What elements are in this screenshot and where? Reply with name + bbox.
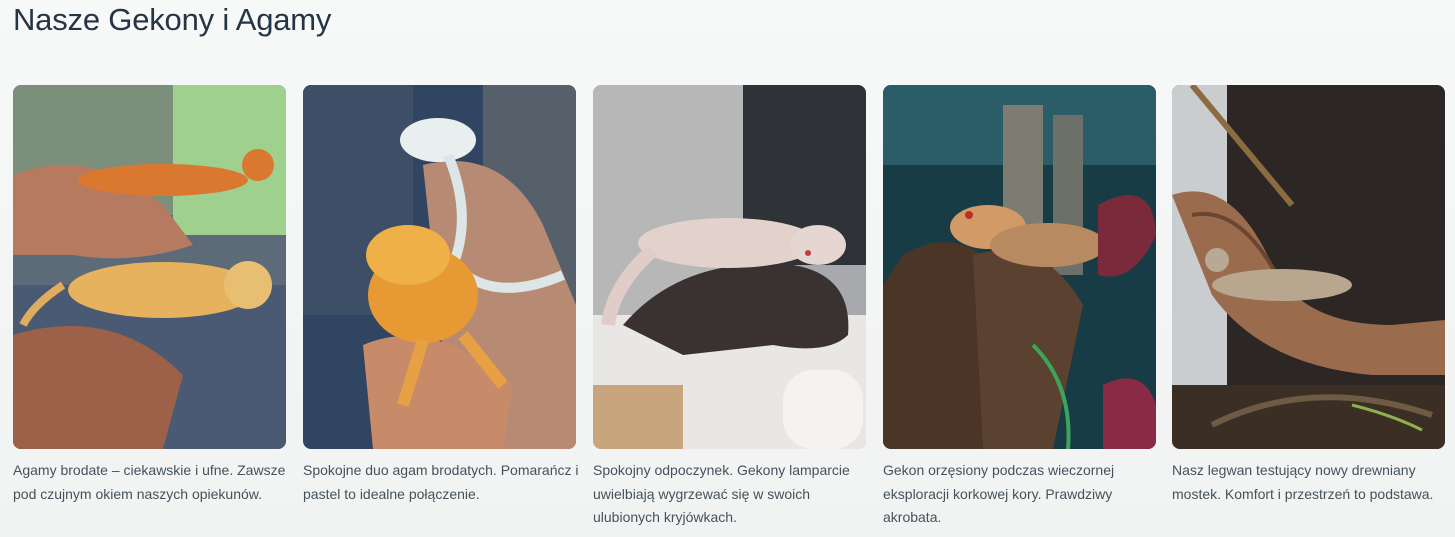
gallery-card[interactable]: Spokojny odpoczynek. Gekony lamparcie uw…	[593, 85, 866, 530]
gallery-photo-crested-gecko[interactable]	[883, 85, 1156, 449]
gallery-card[interactable]: Spokojne duo agam brodatych. Pomarańcz i…	[303, 85, 579, 506]
gallery-card[interactable]: Agamy brodate – ciekawskie i ufne. Zawsz…	[13, 85, 286, 506]
reptile-gallery: Agamy brodate – ciekawskie i ufne. Zawsz…	[13, 85, 1445, 535]
gallery-caption: Gekon orzęsiony podczas wieczornej ekspl…	[883, 462, 1115, 525]
gallery-photo-leopard-gecko[interactable]	[593, 85, 866, 449]
gallery-caption: Nasz legwan testujący nowy drewniany mos…	[1172, 462, 1434, 502]
gallery-card[interactable]: Gekon orzęsiony podczas wieczornej ekspl…	[883, 85, 1156, 530]
gallery-photo-dragon-duo[interactable]	[303, 85, 576, 449]
gallery-caption: Agamy brodate – ciekawskie i ufne. Zawsz…	[13, 462, 286, 502]
gallery-caption: Spokojne duo agam brodatych. Pomarańcz i…	[303, 462, 579, 502]
gallery-photo-bearded-dragons[interactable]	[13, 85, 286, 449]
section-title: Nasze Gekony i Agamy	[13, 2, 332, 37]
gallery-caption: Spokojny odpoczynek. Gekony lamparcie uw…	[593, 462, 850, 525]
gallery-photo-iguana[interactable]	[1172, 85, 1445, 449]
gallery-card[interactable]: Nasz legwan testujący nowy drewniany mos…	[1172, 85, 1445, 506]
